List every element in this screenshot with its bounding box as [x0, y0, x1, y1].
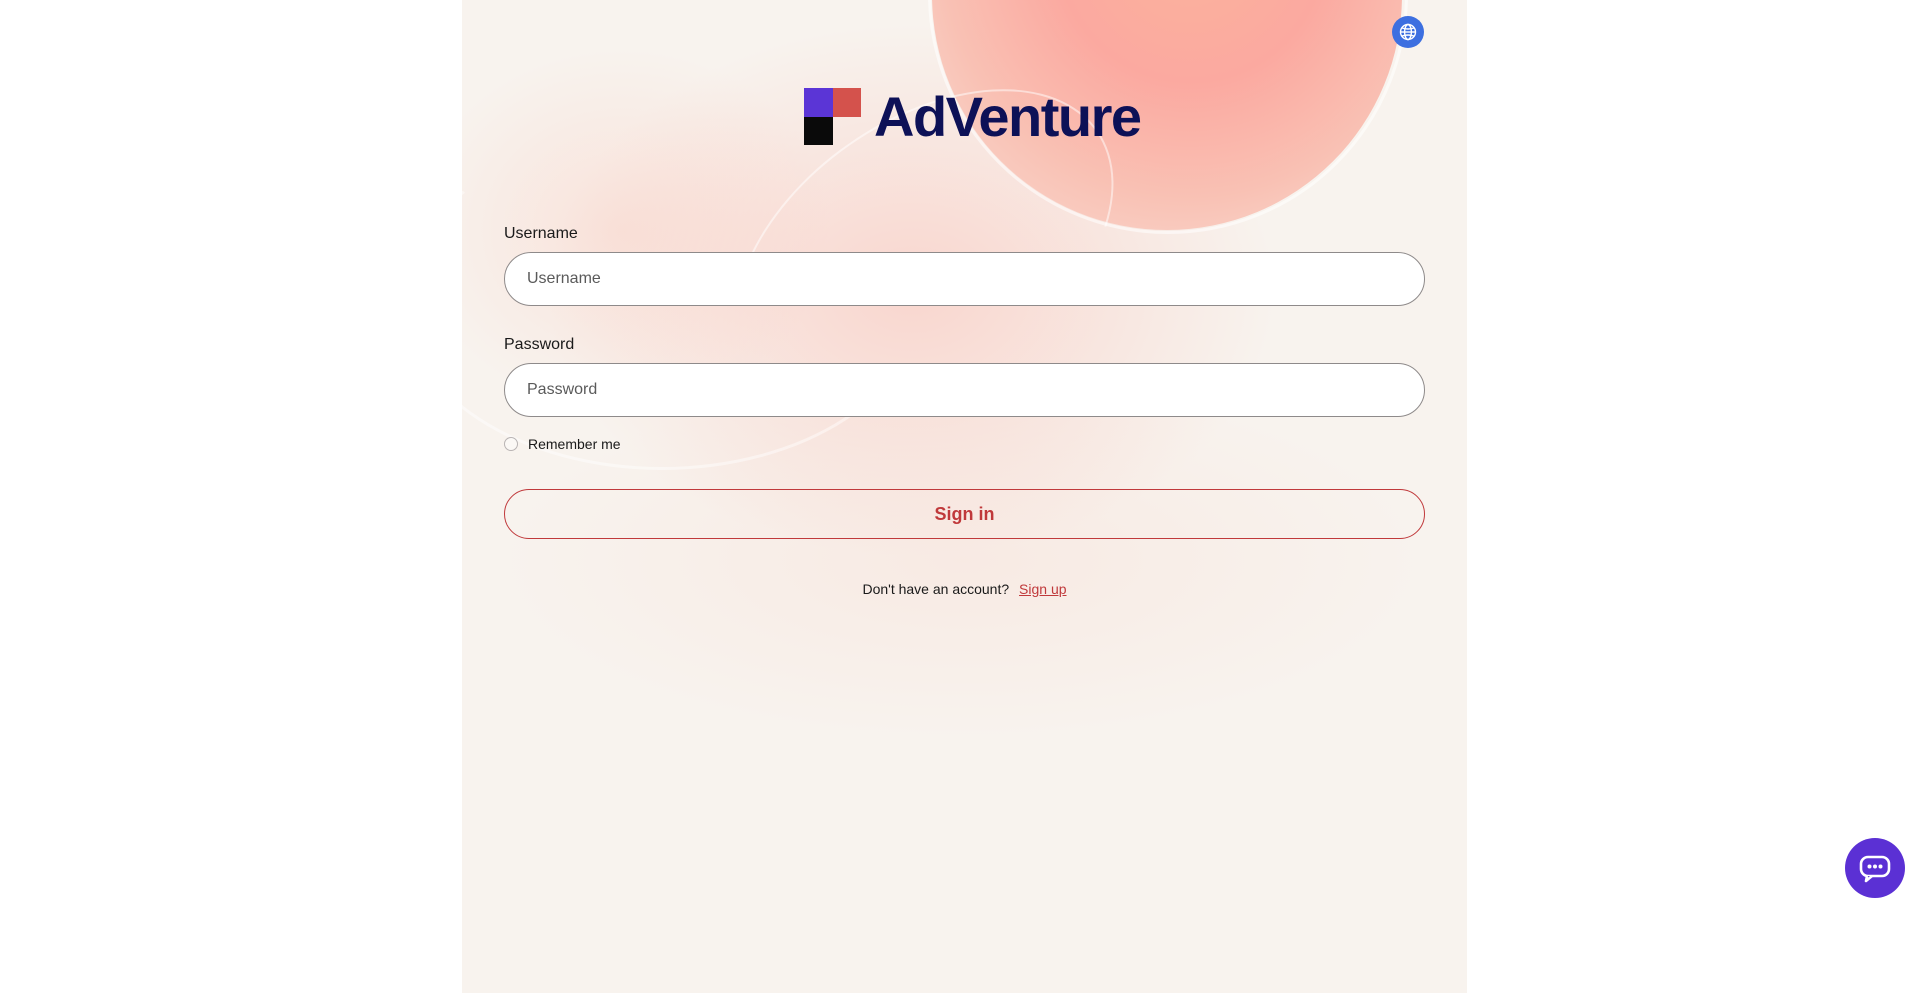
chat-button[interactable] [1845, 838, 1905, 898]
logo-wordmark: AdVenture [874, 85, 1142, 148]
sign-in-button[interactable]: Sign in [504, 489, 1425, 539]
password-label: Password [504, 336, 575, 353]
logo: AdVenture [804, 85, 1142, 148]
globe-icon [1398, 22, 1418, 42]
logo-square-red [832, 88, 861, 117]
remember-me-label[interactable]: Remember me [528, 436, 621, 452]
username-label: Username [504, 225, 578, 242]
sign-up-link[interactable]: Sign up [1019, 581, 1066, 597]
remember-me-checkbox[interactable] [504, 437, 518, 451]
signup-prompt: Don't have an account? [862, 581, 1010, 597]
logo-mark [804, 88, 861, 145]
language-button[interactable] [1392, 16, 1424, 48]
chat-bubble-icon [1858, 853, 1892, 883]
logo-square-black [804, 116, 833, 145]
signup-row: Don't have an account? Sign up [504, 581, 1425, 597]
remember-me-row[interactable]: Remember me [504, 435, 1425, 453]
login-form: Username Password Remember me Sign in Do… [504, 225, 1425, 597]
logo-square-purple [804, 88, 833, 117]
password-input[interactable] [504, 363, 1425, 417]
login-panel: AdVenture Username Password Remember me … [462, 0, 1467, 993]
username-input[interactable] [504, 252, 1425, 306]
